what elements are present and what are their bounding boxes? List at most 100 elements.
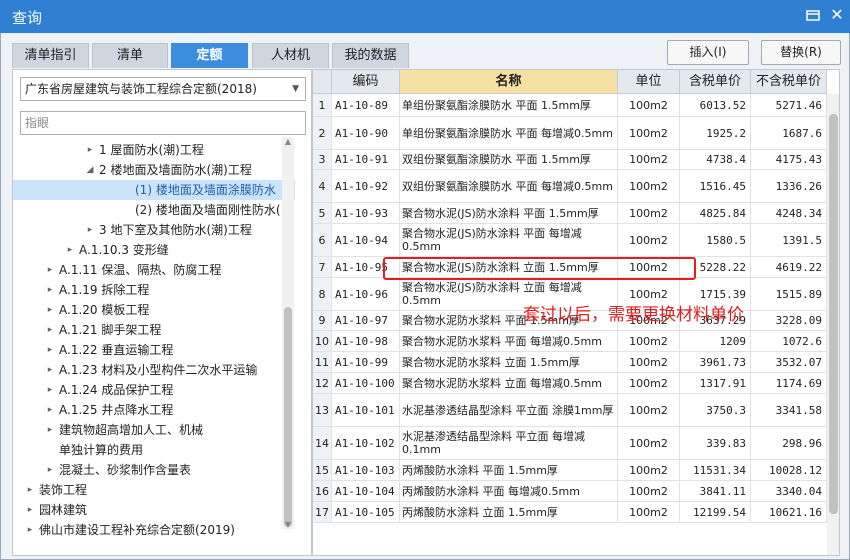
tree-item[interactable]: ▸ A.1.11 保温、隔热、防腐工程	[13, 260, 295, 280]
cell-notax-price[interactable]: 3341.58	[751, 394, 827, 427]
tree-item[interactable]: ▸ A.1.19 拆除工程	[13, 280, 295, 300]
cell-name[interactable]: 聚合物水泥防水浆料 立面 1.5mm厚	[400, 352, 618, 373]
tree-item[interactable]: ▸ 佛山市建设工程补充综合定额(2019)	[13, 520, 295, 540]
row-number[interactable]: 7	[313, 257, 332, 278]
tree-item[interactable]: ▸ 装饰工程	[13, 480, 295, 500]
cell-name[interactable]: 丙烯酸防水涂料 平面 1.5mm厚	[400, 460, 618, 481]
cell-code[interactable]: A1-10-101	[332, 394, 400, 427]
cell-notax-price[interactable]: 4248.34	[751, 203, 827, 224]
tree-item[interactable]: ▸ 1 屋面防水(潮)工程	[13, 140, 295, 160]
tree-item[interactable]: ▸ 建筑物超高增加人工、机械	[13, 420, 295, 440]
cell-notax-price[interactable]: 10028.12	[751, 460, 827, 481]
header-code[interactable]: 编码	[332, 70, 400, 94]
row-number[interactable]: 2	[313, 117, 332, 150]
tree-item[interactable]: ▸ 混凝土、砂浆制作含量表	[13, 460, 295, 480]
cell-code[interactable]: A1-10-105	[332, 502, 400, 523]
expand-arrow-icon[interactable]: ▸	[45, 340, 55, 360]
cell-unit[interactable]: 100m2	[618, 203, 680, 224]
cell-unit[interactable]: 100m2	[618, 502, 680, 523]
cell-code[interactable]: A1-10-99	[332, 352, 400, 373]
cell-notax-price[interactable]: 4175.43	[751, 150, 827, 170]
pin-icon[interactable]	[804, 6, 822, 24]
cell-code[interactable]: A1-10-93	[332, 203, 400, 224]
cell-unit[interactable]: 100m2	[618, 257, 680, 278]
row-number[interactable]: 1	[313, 94, 332, 117]
cell-notax-price[interactable]: 298.96	[751, 427, 827, 460]
cell-name[interactable]: 丙烯酸防水涂料 立面 1.5mm厚	[400, 502, 618, 523]
expand-arrow-icon[interactable]: ▸	[45, 280, 55, 300]
cell-unit[interactable]: 100m2	[618, 352, 680, 373]
cell-name[interactable]: 水泥基渗透结晶型涂料 平立面 涂膜1mm厚	[400, 394, 618, 427]
cell-name[interactable]: 水泥基渗透结晶型涂料 平立面 每增减0.1mm	[400, 427, 618, 460]
tab-quota[interactable]: 定额	[171, 43, 248, 68]
cell-notax-price[interactable]: 1072.6	[751, 331, 827, 352]
cell-tax-price[interactable]: 12199.54	[680, 502, 751, 523]
cell-tax-price[interactable]: 3961.73	[680, 352, 751, 373]
cell-notax-price[interactable]: 4619.22	[751, 257, 827, 278]
tree-item[interactable]: ◢ 2 楼地面及墙面防水(潮)工程	[13, 160, 295, 180]
cell-tax-price[interactable]: 6013.52	[680, 94, 751, 117]
cell-notax-price[interactable]: 1515.89	[751, 278, 827, 311]
cell-tax-price[interactable]: 339.83	[680, 427, 751, 460]
header-unit[interactable]: 单位	[618, 70, 680, 94]
cell-unit[interactable]: 100m2	[618, 373, 680, 394]
header-notax-price[interactable]: 不含税单价	[751, 70, 827, 94]
cell-name[interactable]: 聚合物水泥(JS)防水涂料 平面 1.5mm厚	[400, 203, 618, 224]
tab-list-guide[interactable]: 清单指引	[12, 43, 89, 68]
tree-item[interactable]: ▸ A.1.24 成品保护工程	[13, 380, 295, 400]
expand-arrow-icon[interactable]: ▸	[65, 240, 75, 260]
row-number[interactable]: 8	[313, 278, 332, 311]
tree-item[interactable]: ▸ A.1.21 脚手架工程	[13, 320, 295, 340]
collapse-arrow-icon[interactable]: ◢	[85, 160, 95, 180]
cell-code[interactable]: A1-10-91	[332, 150, 400, 170]
header-tax-price[interactable]: 含税单价	[680, 70, 751, 94]
cell-tax-price[interactable]: 1580.5	[680, 224, 751, 257]
table-row[interactable]: 14 A1-10-102 水泥基渗透结晶型涂料 平立面 每增减0.1mm 100m2 3…	[313, 427, 827, 460]
table-row[interactable]: 2 A1-10-90 单组份聚氨酯涂膜防水 平面 每增减0.5mm 100m2 1925…	[313, 117, 827, 150]
cell-code[interactable]: A1-10-103	[332, 460, 400, 481]
tab-list[interactable]: 清单	[92, 43, 168, 68]
expand-arrow-icon[interactable]: ▸	[25, 520, 35, 540]
cell-unit[interactable]: 100m2	[618, 150, 680, 170]
row-number[interactable]: 17	[313, 502, 332, 523]
close-icon[interactable]: ✕	[828, 6, 846, 24]
tree-scrollbar-thumb[interactable]	[284, 307, 292, 527]
cell-notax-price[interactable]: 3532.07	[751, 352, 827, 373]
cell-name[interactable]: 聚合物水泥(JS)防水涂料 立面 1.5mm厚	[400, 257, 618, 278]
tree-scrollbar[interactable]: ▲ ▼	[282, 137, 294, 529]
tree-item[interactable]: ▸ A.1.23 材料及小型构件二次水平运输	[13, 360, 295, 380]
cell-name[interactable]: 单组份聚氨酯涂膜防水 平面 1.5mm厚	[400, 94, 618, 117]
expand-arrow-icon[interactable]: ▸	[85, 140, 95, 160]
cell-code[interactable]: A1-10-102	[332, 427, 400, 460]
cell-tax-price[interactable]: 1209	[680, 331, 751, 352]
cell-code[interactable]: A1-10-90	[332, 117, 400, 150]
expand-arrow-icon[interactable]: ▸	[45, 260, 55, 280]
grid-scrollbar-thumb[interactable]	[829, 114, 838, 514]
table-row[interactable]: 6 A1-10-94 聚合物水泥(JS)防水涂料 平面 每增减0.5mm 100m2 1…	[313, 224, 827, 257]
cell-name[interactable]: 丙烯酸防水涂料 平面 每增减0.5mm	[400, 481, 618, 502]
cell-code[interactable]: A1-10-96	[332, 278, 400, 311]
tree-item[interactable]: ▸ A.1.25 井点降水工程	[13, 400, 295, 420]
row-number[interactable]: 5	[313, 203, 332, 224]
row-number[interactable]: 11	[313, 352, 332, 373]
cell-unit[interactable]: 100m2	[618, 170, 680, 203]
cell-unit[interactable]: 100m2	[618, 331, 680, 352]
scroll-up-icon[interactable]: ▲	[282, 137, 294, 146]
row-number[interactable]: 10	[313, 331, 332, 352]
expand-arrow-icon[interactable]: ▸	[45, 400, 55, 420]
row-number[interactable]: 3	[313, 150, 332, 170]
tree-item[interactable]: ▸ 3 地下室及其他防水(潮)工程	[13, 220, 295, 240]
row-number[interactable]: 16	[313, 481, 332, 502]
expand-arrow-icon[interactable]: ▸	[45, 420, 55, 440]
tree-item[interactable]: (1) 楼地面及墙面涂膜防水	[13, 180, 295, 200]
expand-arrow-icon[interactable]: ▸	[45, 320, 55, 340]
cell-code[interactable]: A1-10-104	[332, 481, 400, 502]
table-row[interactable]: 7 A1-10-95 聚合物水泥(JS)防水涂料 立面 1.5mm厚 100m2 522…	[313, 257, 827, 278]
grid-scrollbar[interactable]	[827, 94, 839, 555]
cell-name[interactable]: 聚合物水泥防水浆料 平面 每增减0.5mm	[400, 331, 618, 352]
tree-item[interactable]: ▸ A.1.20 模板工程	[13, 300, 295, 320]
cell-notax-price[interactable]: 1336.26	[751, 170, 827, 203]
tab-labor-material-machine[interactable]: 人材机	[252, 43, 329, 68]
table-row[interactable]: 13 A1-10-101 水泥基渗透结晶型涂料 平立面 涂膜1mm厚 100m2 375…	[313, 394, 827, 427]
filter-input[interactable]: 指眼	[20, 111, 306, 135]
